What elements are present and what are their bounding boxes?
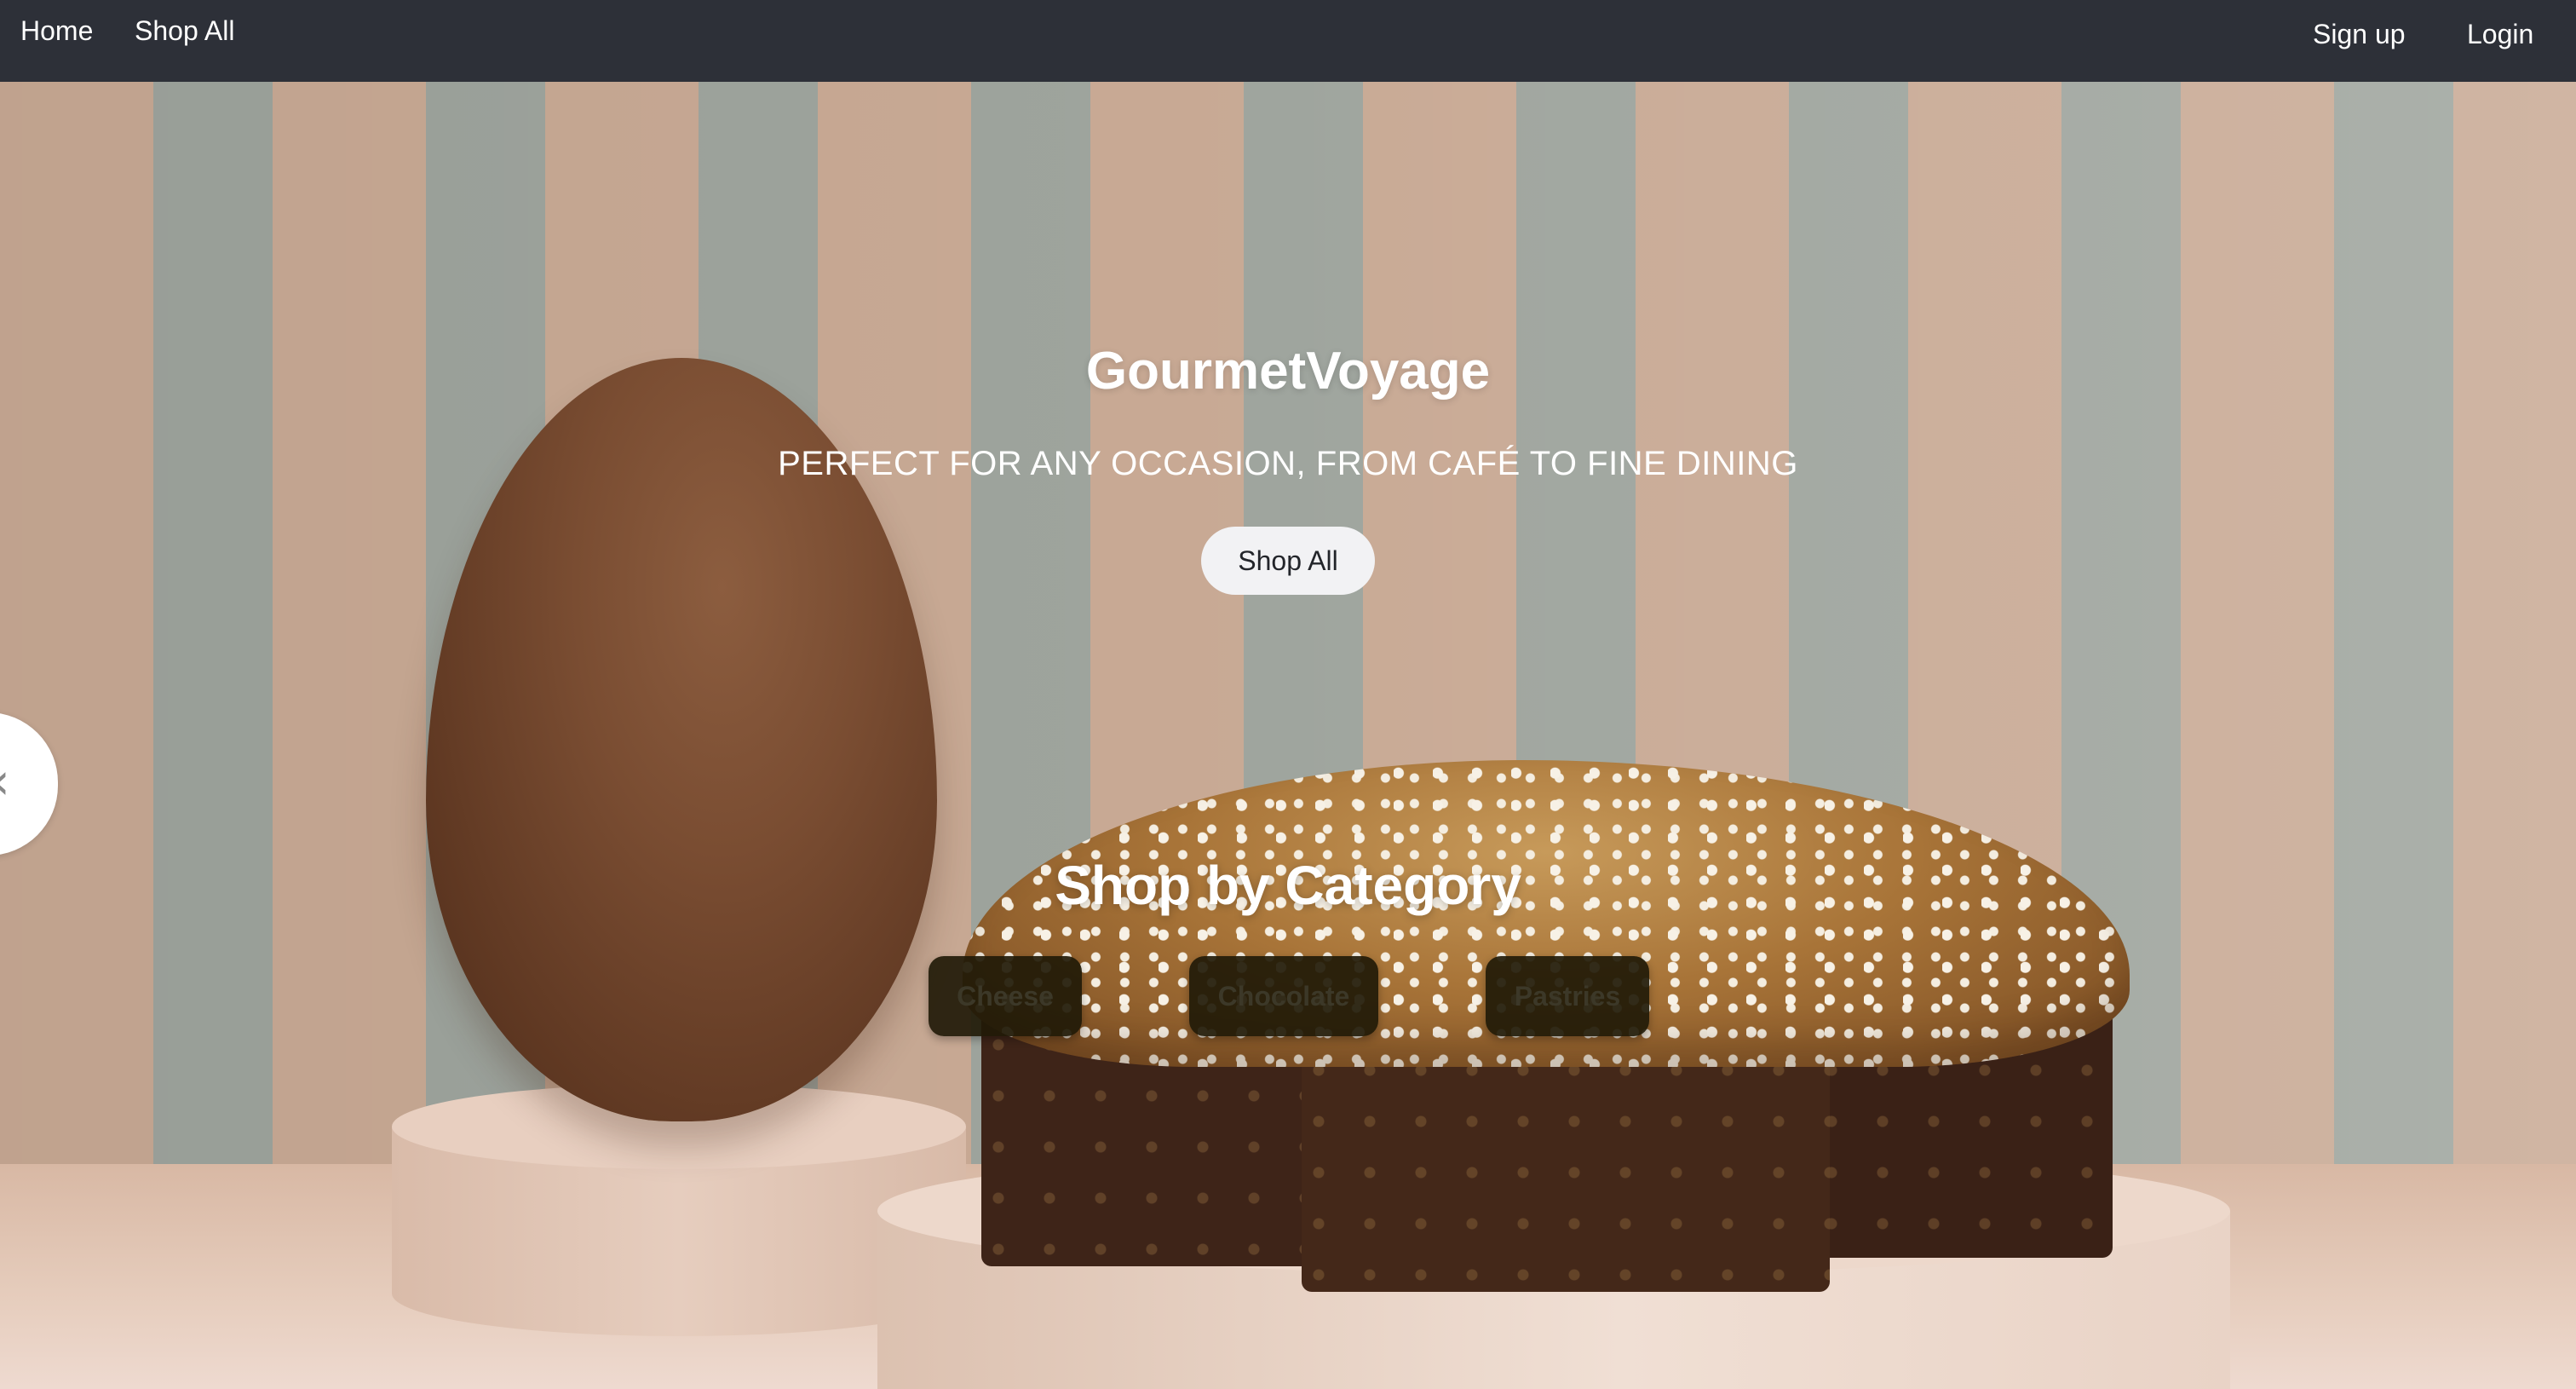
top-navbar: Home Shop All Sign up Login bbox=[0, 0, 2576, 82]
category-pastries-button[interactable]: Pastries bbox=[1486, 956, 1649, 1036]
hero-content: GourmetVoyage PERFECT FOR ANY OCCASION, … bbox=[0, 82, 2576, 1389]
nav-sign-up-link[interactable]: Sign up bbox=[2313, 19, 2406, 50]
hero-banner: GourmetVoyage PERFECT FOR ANY OCCASION, … bbox=[0, 82, 2576, 1389]
nav-home-link[interactable]: Home bbox=[20, 15, 93, 47]
chevron-left-icon: ‹ bbox=[0, 752, 10, 811]
hero-title: GourmetVoyage bbox=[1085, 342, 1491, 401]
nav-login-link[interactable]: Login bbox=[2467, 19, 2533, 50]
hero-shop-all-button[interactable]: Shop All bbox=[1201, 527, 1375, 595]
hero-subtitle: PERFECT FOR ANY OCCASION, FROM CAFÉ TO F… bbox=[778, 445, 1798, 482]
category-section-title: Shop by Category bbox=[1055, 855, 1521, 916]
category-cheese-button[interactable]: Cheese bbox=[929, 956, 1082, 1036]
category-chocolate-button[interactable]: Chocolate bbox=[1189, 956, 1378, 1036]
nav-shop-all-link[interactable]: Shop All bbox=[135, 15, 234, 47]
